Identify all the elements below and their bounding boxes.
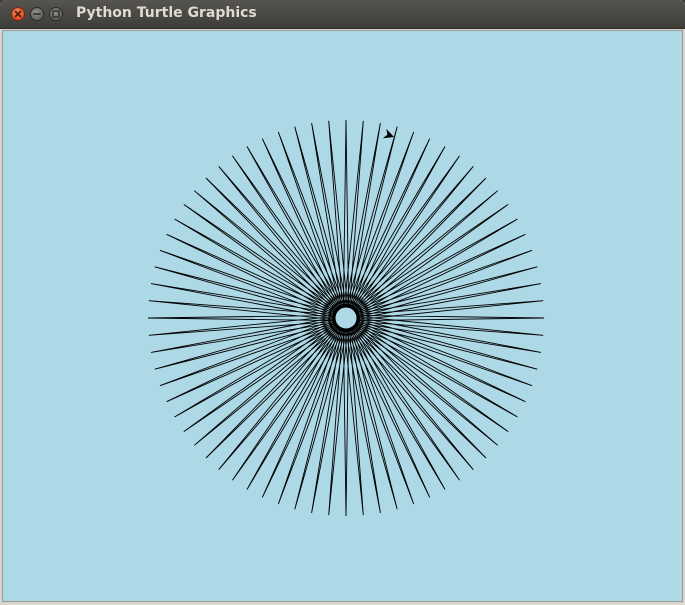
star-burst-pattern bbox=[147, 119, 545, 517]
turtle-window: Python Turtle Graphics bbox=[0, 0, 685, 605]
minimize-button[interactable] bbox=[30, 7, 44, 21]
close-button[interactable] bbox=[11, 7, 25, 21]
minimize-icon bbox=[33, 13, 41, 15]
window-title: Python Turtle Graphics bbox=[76, 5, 257, 21]
turtle-canvas[interactable] bbox=[2, 30, 683, 602]
maximize-button[interactable] bbox=[49, 7, 63, 21]
star-burst-lines bbox=[147, 119, 545, 517]
inner-ring bbox=[332, 304, 360, 332]
close-icon bbox=[14, 10, 22, 18]
maximize-icon bbox=[52, 10, 60, 18]
drawing-area bbox=[147, 119, 545, 517]
title-bar[interactable]: Python Turtle Graphics bbox=[0, 0, 685, 29]
